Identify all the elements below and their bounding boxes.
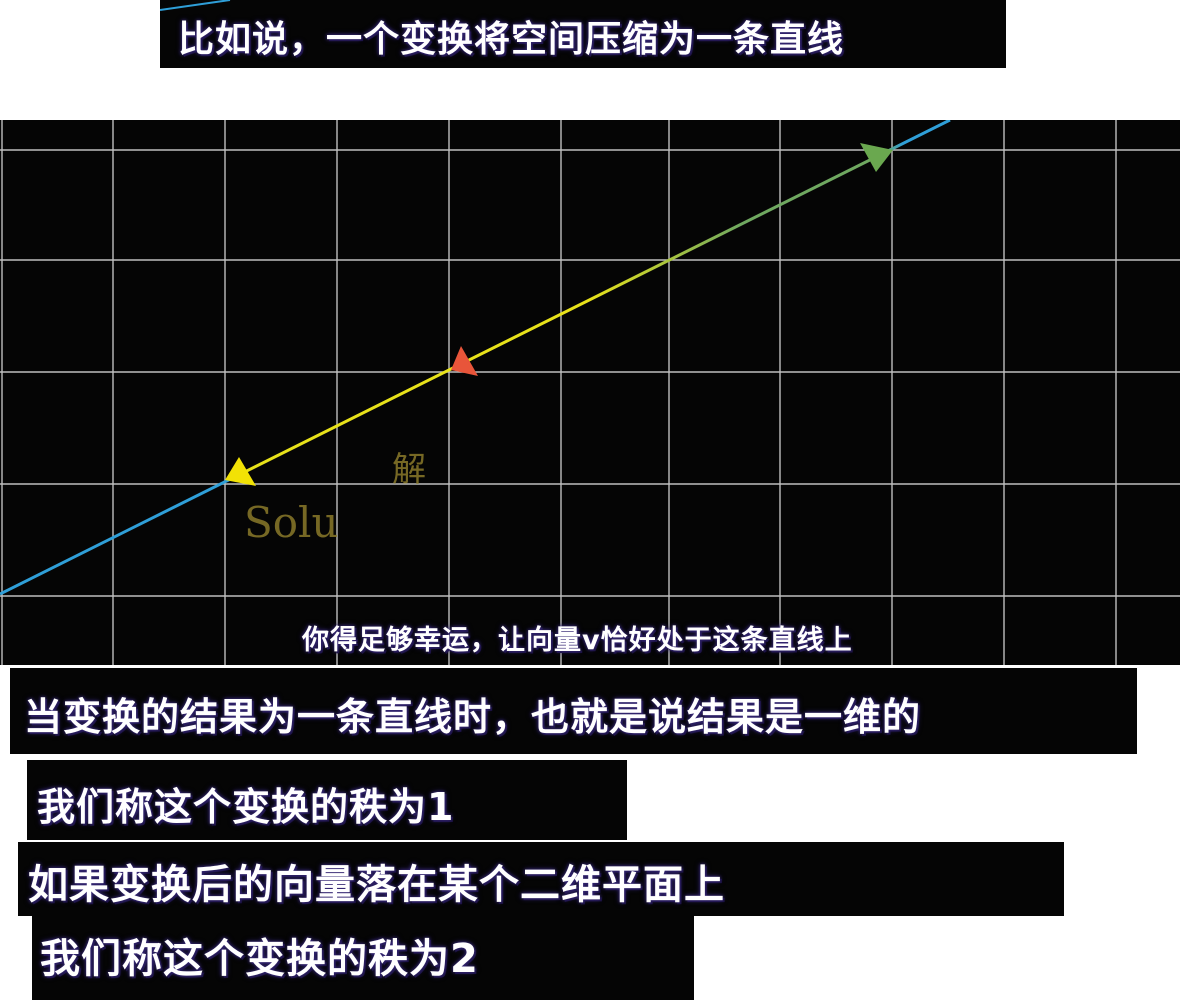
grid-lines xyxy=(0,120,1180,665)
yellow-arrowhead-icon xyxy=(225,457,256,486)
green-arrowhead-icon xyxy=(860,143,893,172)
top-strip-line xyxy=(160,0,231,11)
coordinate-grid xyxy=(0,120,1180,665)
caption-strip-4: 我们称这个变换的秩为2 xyxy=(32,916,694,1000)
top-caption-strip: 比如说，一个变换将空间压缩为一条直线 xyxy=(160,0,1006,68)
span-line xyxy=(0,120,951,596)
caption-line-3: 如果变换后的向量落在某个二维平面上 xyxy=(28,862,725,908)
caption-strip-3: 如果变换后的向量落在某个二维平面上 xyxy=(18,842,1064,916)
watermark-chinese: 解 xyxy=(392,450,426,490)
caption-top: 比如说，一个变换将空间压缩为一条直线 xyxy=(178,19,845,60)
caption-line-1: 当变换的结果为一条直线时，也就是说结果是一维的 xyxy=(24,695,922,739)
caption-line-4: 我们称这个变换的秩为2 xyxy=(40,936,479,982)
caption-line-2: 我们称这个变换的秩为1 xyxy=(37,785,455,829)
caption-in-video: 你得足够幸运，让向量v恰好处于这条直线上 xyxy=(302,625,853,656)
caption-strip-2: 我们称这个变换的秩为1 xyxy=(27,760,627,840)
caption-strip-1: 当变换的结果为一条直线时，也就是说结果是一维的 xyxy=(10,668,1137,754)
watermark-solution: Solu xyxy=(244,498,339,547)
video-frame: 解 Solu 你得足够幸运，让向量v恰好处于这条直线上 xyxy=(0,120,1180,665)
